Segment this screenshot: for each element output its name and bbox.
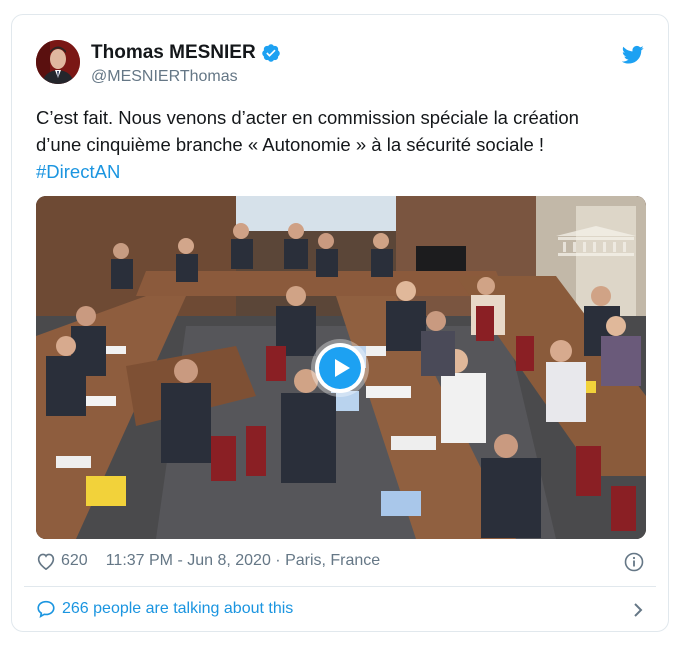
tweet-location[interactable]: Paris, France: [285, 552, 380, 570]
tweet-time[interactable]: 11:37 PM - Jun 8, 2020: [106, 552, 271, 570]
hashtag-link[interactable]: #DirectAN: [36, 158, 646, 185]
tweet-text-line: d’une cinquième branche « Autonomie » à …: [36, 134, 545, 155]
conversation-link[interactable]: 266 people are talking about this: [36, 600, 646, 618]
like-count: 620: [61, 552, 88, 569]
play-icon: [319, 347, 361, 389]
verified-badge-icon: [261, 44, 280, 62]
video-player[interactable]: [36, 196, 646, 539]
tweet-text-line: C’est fait. Nous venons d’acter en commi…: [36, 107, 579, 128]
avatar[interactable]: [36, 40, 80, 84]
author-name-text[interactable]: Thomas MESNIER: [91, 42, 256, 64]
play-button[interactable]: [315, 343, 365, 393]
tweet-text: C’est fait. Nous venons d’acter en commi…: [36, 104, 646, 185]
chevron-right-icon[interactable]: [632, 602, 644, 618]
author-handle[interactable]: @MESNIERThomas: [91, 68, 238, 86]
info-icon[interactable]: [624, 552, 644, 572]
like-button[interactable]: 620: [36, 552, 88, 570]
tweet-card: Thomas MESNIER @MESNIERThomas C’est fait…: [11, 14, 669, 632]
divider: [24, 586, 656, 587]
author-name[interactable]: Thomas MESNIER: [91, 42, 281, 64]
comment-icon: [37, 600, 55, 618]
meta-separator: ·: [270, 552, 286, 569]
heart-icon: [37, 553, 55, 570]
conversation-label[interactable]: 266 people are talking about this: [62, 600, 293, 618]
twitter-bird-icon[interactable]: [622, 45, 644, 65]
tweet-meta: 620 11:37 PM - Jun 8, 2020 · Paris, Fran…: [36, 552, 646, 570]
